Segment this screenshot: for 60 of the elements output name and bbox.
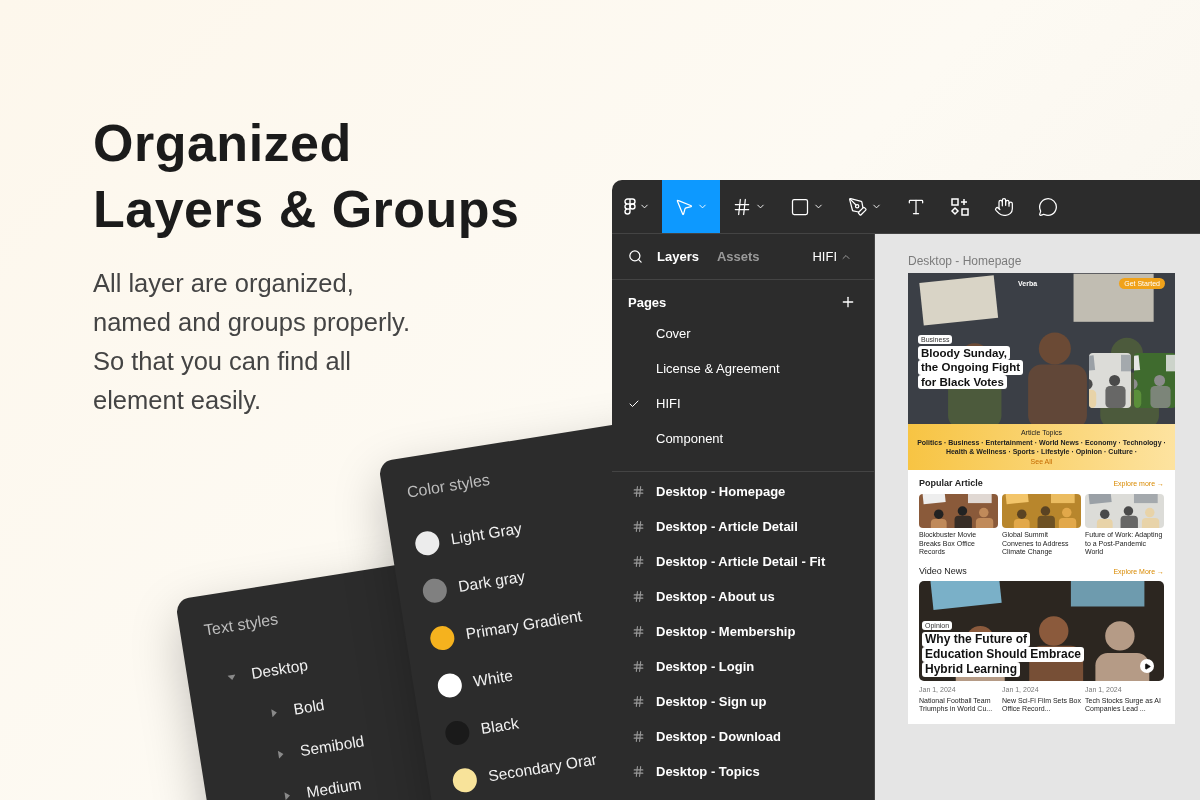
frame-icon [632, 765, 645, 778]
layer-item[interactable]: Desktop - Download [656, 729, 781, 744]
layer-item[interactable]: Desktop - Membership [656, 624, 796, 639]
panel-tab[interactable]: Assets [712, 249, 764, 264]
layer-item[interactable]: Desktop - Sign up [656, 694, 767, 709]
color-style-name[interactable]: White [472, 666, 515, 691]
color-style-name[interactable]: Black [479, 714, 520, 739]
video-headline: Hybrid Learning [922, 662, 1020, 678]
layer-item[interactable]: Desktop - Article Detail - Fit [656, 554, 826, 569]
page-switcher[interactable]: HIFI [806, 248, 858, 265]
layer-item[interactable]: Desktop - Homepage [656, 484, 786, 499]
video-headline: Why the Future of [922, 632, 1030, 648]
color-style-name[interactable]: Secondary Orar [487, 750, 599, 786]
section-title: Video News [919, 566, 967, 577]
panel-title: Text styles [202, 610, 280, 640]
add-icon[interactable] [840, 294, 856, 310]
figma-logo-icon[interactable] [624, 197, 636, 216]
layer-item[interactable]: Desktop - Login [656, 659, 755, 674]
layer-item[interactable]: Desktop - Topics [656, 764, 760, 779]
text-style-name[interactable]: Desktop [250, 656, 310, 683]
caret-right-icon[interactable] [282, 791, 292, 800]
caret-down-icon[interactable] [227, 672, 237, 682]
text-style-name[interactable]: Medium [305, 775, 363, 800]
page-item[interactable]: HIFI [656, 396, 681, 411]
layer-item[interactable]: Desktop - Article Detail [656, 519, 798, 534]
video-headline: Education Should Embrace [922, 647, 1085, 663]
color-style-name[interactable]: Light Gray [449, 519, 524, 549]
search-icon[interactable] [628, 249, 643, 264]
caret-right-icon[interactable] [269, 708, 279, 718]
frame-icon[interactable] [732, 196, 752, 217]
color-style-name[interactable]: Primary Gradient [464, 607, 584, 644]
caret-right-icon[interactable] [275, 749, 286, 759]
comment-icon[interactable] [1038, 196, 1058, 217]
frame-icon [632, 695, 645, 708]
headline: Organized Layers & Groups [93, 113, 520, 240]
panel-tab[interactable]: Layers [653, 249, 703, 264]
panel-title: Color styles [405, 470, 492, 502]
frame-icon [632, 730, 645, 743]
page-item[interactable]: License & Agreement [656, 361, 780, 376]
layer-item[interactable]: Desktop - About us [656, 589, 775, 604]
description: All layer are organized, named and groups properly. So that you can find all element easily. [93, 268, 412, 416]
pen-icon[interactable] [848, 196, 868, 217]
page-item[interactable]: Cover [656, 326, 691, 341]
page-item[interactable]: Component [656, 431, 724, 446]
frame-icon [632, 625, 645, 638]
color-style-name[interactable]: Dark gray [457, 567, 527, 596]
text-style-name[interactable]: Semibold [298, 732, 366, 761]
section-title: Pages [628, 294, 667, 310]
rectangle-icon[interactable] [790, 196, 810, 217]
section-title: Popular Article [919, 478, 983, 489]
frame-icon [632, 555, 645, 568]
components-icon[interactable] [950, 196, 970, 217]
hand-icon[interactable] [994, 196, 1014, 217]
text-style-name[interactable]: Bold [292, 696, 326, 719]
frame-icon [632, 590, 645, 603]
frame-icon [632, 520, 645, 533]
frame-icon [632, 660, 645, 673]
play-icon[interactable] [1143, 662, 1151, 670]
frame-label[interactable]: Desktop - Homepage [908, 254, 1200, 268]
frame-icon [632, 485, 645, 498]
